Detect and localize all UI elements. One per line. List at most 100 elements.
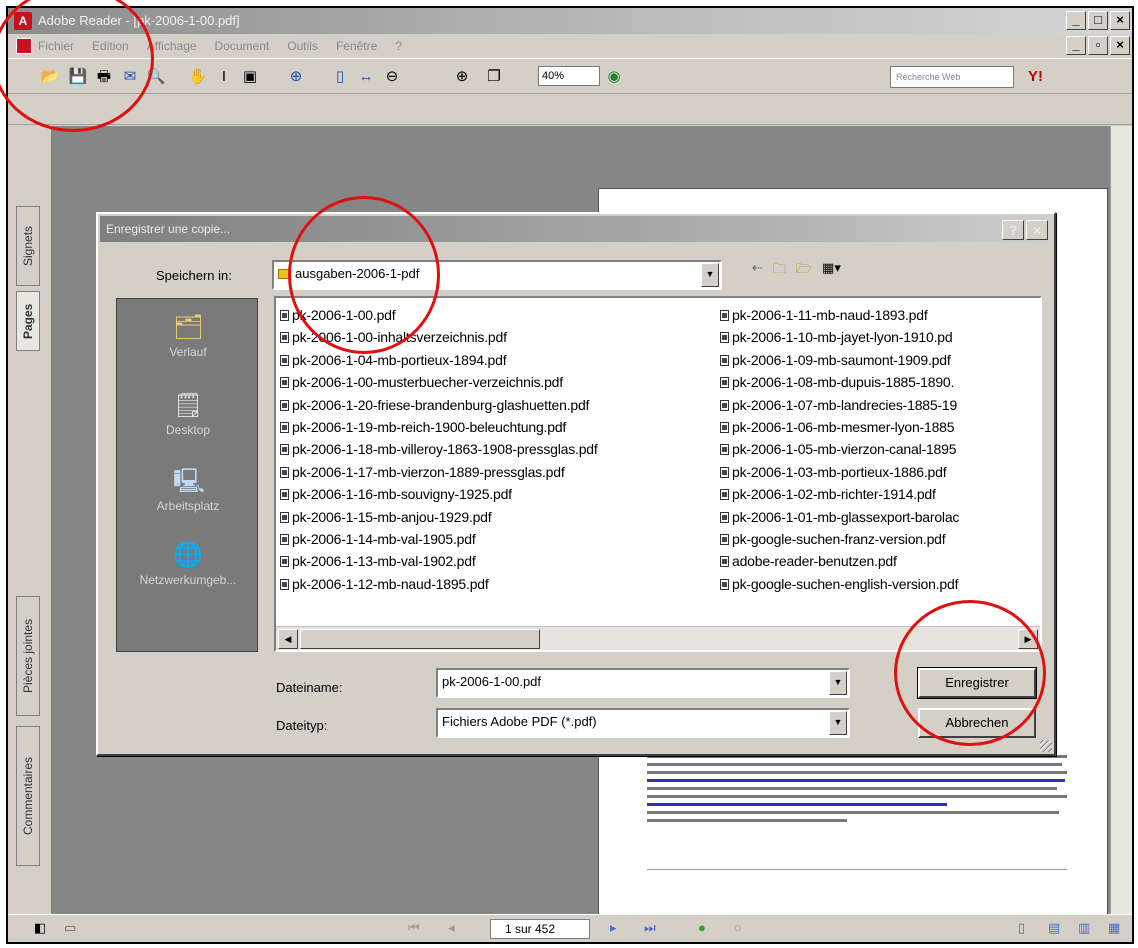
doc-close-button[interactable]: ×	[1110, 36, 1130, 55]
list-item[interactable]: pk-2006-1-19-mb-reich-1900-beleuchtung.p…	[280, 416, 598, 438]
list-item[interactable]: pk-2006-1-07-mb-landrecies-1885-19	[720, 394, 959, 416]
dialog-close-button[interactable]: ×	[1026, 220, 1048, 240]
place-verlauf[interactable]: 🗂 Verlauf	[117, 313, 259, 359]
list-item[interactable]: pk-2006-1-08-mb-dupuis-1885-1890.	[720, 371, 959, 393]
help-globe-icon[interactable]: ◉	[604, 67, 624, 87]
list-item[interactable]: pk-2006-1-05-mb-vierzon-canal-1895	[720, 438, 959, 460]
maximize-button[interactable]: □	[1088, 11, 1108, 30]
list-item[interactable]: pk-2006-1-00-musterbuecher-verzeichnis.p…	[280, 371, 598, 393]
list-item[interactable]: pk-2006-1-12-mb-naud-1895.pdf	[280, 573, 598, 595]
chevron-down-icon[interactable]: ▼	[829, 671, 847, 695]
document-icon	[16, 38, 32, 54]
save-icon[interactable]: 💾	[68, 67, 88, 87]
place-desktop[interactable]: 🗒 Desktop	[117, 391, 259, 437]
panel-toggle-icon[interactable]: ◧	[34, 920, 46, 936]
zoom-in-icon[interactable]: ⊕	[286, 67, 306, 87]
list-item[interactable]: adobe-reader-benutzen.pdf	[720, 550, 959, 572]
next-page-icon[interactable]: ▸	[610, 920, 617, 936]
list-item[interactable]: pk-2006-1-20-friese-brandenburg-glashuet…	[280, 394, 598, 416]
list-item[interactable]: pk-2006-1-03-mb-portieux-1886.pdf	[720, 461, 959, 483]
menu-edition[interactable]: Edition	[92, 34, 129, 58]
list-item[interactable]: pk-2006-1-18-mb-villeroy-1863-1908-press…	[280, 438, 598, 460]
filetype-dropdown[interactable]: Fichiers Adobe PDF (*.pdf) ▼	[436, 708, 850, 738]
find-icon[interactable]: 🔍	[146, 67, 166, 87]
snapshot-icon[interactable]: ▣	[240, 67, 260, 87]
page-layout-icon[interactable]: ❐	[484, 67, 504, 87]
scroll-right-icon[interactable]: ▶	[1018, 629, 1038, 649]
new-folder-icon[interactable]: 🗁	[796, 260, 812, 282]
last-page-icon[interactable]: ⏭	[644, 920, 656, 936]
chevron-down-icon[interactable]: ▼	[701, 263, 719, 287]
list-item[interactable]: pk-2006-1-16-mb-souvigny-1925.pdf	[280, 483, 598, 505]
tab-signets[interactable]: Signets	[16, 206, 40, 286]
zoom-level-field[interactable]: 40%	[538, 66, 600, 86]
list-item[interactable]: pk-2006-1-00.pdf	[280, 304, 598, 326]
list-item[interactable]: pk-2006-1-15-mb-anjou-1929.pdf	[280, 506, 598, 528]
view-menu-icon[interactable]: ▦▾	[822, 260, 841, 282]
scroll-left-icon[interactable]: ◀	[278, 629, 298, 649]
filename-input[interactable]: pk-2006-1-00.pdf ▼	[436, 668, 850, 698]
back-arrow-icon[interactable]: ⇠	[752, 260, 763, 282]
list-item[interactable]: pk-google-suchen-english-version.pdf	[720, 573, 959, 595]
minimize-button[interactable]: _	[1066, 11, 1086, 30]
menu-fichier[interactable]: Fichier	[38, 34, 74, 58]
doc-restore-button[interactable]: ▫	[1088, 36, 1108, 55]
continuous-icon[interactable]: ▤	[1048, 920, 1060, 936]
list-item[interactable]: pk-google-suchen-franz-version.pdf	[720, 528, 959, 550]
zoom-in-small-icon[interactable]: ⊕	[452, 67, 472, 87]
scroll-thumb[interactable]	[300, 629, 540, 649]
tab-commentaires[interactable]: Commentaires	[16, 726, 40, 866]
first-page-icon[interactable]: ⏮	[408, 920, 420, 936]
list-item[interactable]: pk-2006-1-09-mb-saumont-1909.pdf	[720, 349, 959, 371]
tab-pieces-jointes[interactable]: Pièces jointes	[16, 596, 40, 716]
list-item[interactable]: pk-2006-1-11-mb-naud-1893.pdf	[720, 304, 959, 326]
page-number-field[interactable]: 1 sur 452	[490, 919, 590, 939]
close-window-button[interactable]: ×	[1110, 11, 1130, 30]
fit-width-icon[interactable]: ↔	[356, 67, 376, 87]
forward-icon[interactable]: ○	[734, 920, 742, 935]
chevron-down-icon[interactable]: ▼	[829, 711, 847, 735]
menu-affichage[interactable]: Affichage	[147, 34, 197, 58]
file-list[interactable]: pk-2006-1-00.pdf pk-2006-1-00-inhaltsverz…	[274, 296, 1042, 652]
vertical-scrollbar[interactable]	[1110, 126, 1132, 918]
actual-size-icon[interactable]: ▯	[330, 67, 350, 87]
place-arbeitsplatz[interactable]: 🖳 Arbeitsplatz	[117, 467, 259, 513]
continuous-facing-icon[interactable]: ▦	[1108, 920, 1120, 936]
save-button[interactable]: Enregistrer	[917, 667, 1037, 699]
zoom-out-icon[interactable]: ⊖	[382, 67, 402, 87]
list-item[interactable]: pk-2006-1-13-mb-val-1902.pdf	[280, 550, 598, 572]
web-search-input[interactable]: Recherche Web	[890, 66, 1014, 88]
print-icon[interactable]: 🖶	[94, 67, 114, 87]
select-text-icon[interactable]: I	[214, 67, 234, 87]
doc-minimize-button[interactable]: _	[1066, 36, 1086, 55]
open-folder-icon[interactable]: 📂	[40, 67, 60, 87]
list-item[interactable]: pk-2006-1-17-mb-vierzon-1889-pressglas.p…	[280, 461, 598, 483]
list-item[interactable]: pk-2006-1-10-mb-jayet-lyon-1910.pd	[720, 326, 959, 348]
list-item[interactable]: pk-2006-1-00-inhaltsverzeichnis.pdf	[280, 326, 598, 348]
single-page-icon[interactable]: ▯	[1018, 920, 1025, 936]
back-icon[interactable]: ●	[698, 920, 706, 935]
tab-pages[interactable]: Pages	[16, 291, 40, 351]
menu-outils[interactable]: Outils	[287, 34, 318, 58]
place-netzwerk[interactable]: 🌐 Netzwerkumgeb...	[117, 541, 259, 587]
up-folder-icon[interactable]: 🗀	[773, 260, 786, 282]
list-item[interactable]: pk-2006-1-02-mb-richter-1914.pdf	[720, 483, 959, 505]
facing-icon[interactable]: ▥	[1078, 920, 1090, 936]
menu-document[interactable]: Document	[215, 34, 270, 58]
list-item[interactable]: pk-2006-1-14-mb-val-1905.pdf	[280, 528, 598, 550]
page-size-icon[interactable]: ▭	[64, 920, 76, 936]
previous-page-icon[interactable]: ◂	[448, 920, 455, 936]
dialog-help-button[interactable]: ?	[1002, 220, 1024, 240]
horizontal-scrollbar[interactable]: ◀ ▶	[276, 626, 1040, 650]
hand-tool-icon[interactable]: ✋	[188, 67, 208, 87]
cancel-button[interactable]: Abbrechen	[918, 708, 1036, 738]
list-item[interactable]: pk-2006-1-01-mb-glassexport-barolac	[720, 506, 959, 528]
yahoo-icon[interactable]: Y!	[1028, 68, 1043, 85]
resize-grip-icon[interactable]	[1040, 740, 1052, 752]
save-in-dropdown[interactable]: ausgaben-2006-1-pdf ▼	[272, 260, 722, 290]
list-item[interactable]: pk-2006-1-04-mb-portieux-1894.pdf	[280, 349, 598, 371]
menu-help[interactable]: ?	[395, 34, 402, 58]
email-icon[interactable]: ✉	[120, 67, 140, 87]
menu-fenetre[interactable]: Fenêtre	[336, 34, 377, 58]
list-item[interactable]: pk-2006-1-06-mb-mesmer-lyon-1885	[720, 416, 959, 438]
